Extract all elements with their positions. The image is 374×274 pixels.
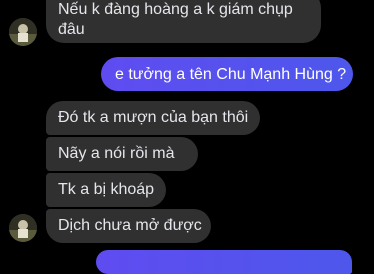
message-bubble-incoming[interactable]: Đó tk a mượn của bạn thôi xyxy=(46,101,260,135)
message-text: Dịch chưa mở được xyxy=(58,217,202,234)
message-text: Đó tk a mượn của bạn thôi xyxy=(58,109,249,126)
message-text: Nếu k đàng hoàng a k giám chụp xyxy=(58,1,293,18)
message-text: đâu xyxy=(58,21,85,38)
contact-avatar-icon[interactable] xyxy=(9,214,37,242)
message-bubble-incoming[interactable]: Nếu k đàng hoàng a k giám chụp đâu xyxy=(46,0,321,43)
message-bubble-incoming[interactable]: Nãy a nói rồi mà xyxy=(46,137,198,171)
message-bubble-incoming[interactable]: Dịch chưa mở được xyxy=(46,209,211,243)
chat-thread: Nếu k đàng hoàng a k giám chụp đâu e tưở… xyxy=(0,0,374,274)
message-text: Tk a bị khoáp xyxy=(58,181,155,198)
message-text: Nãy a nói rồi mà xyxy=(58,145,175,162)
message-bubble-outgoing[interactable]: e tưởng a tên Chu Mạnh Hùng ? xyxy=(101,57,353,91)
message-text: e tưởng a tên Chu Mạnh Hùng ? xyxy=(115,66,347,83)
message-bubble-incoming[interactable]: Tk a bị khoáp xyxy=(46,173,166,207)
message-bubble-outgoing-partial[interactable] xyxy=(96,250,352,274)
contact-avatar-icon[interactable] xyxy=(9,18,37,46)
